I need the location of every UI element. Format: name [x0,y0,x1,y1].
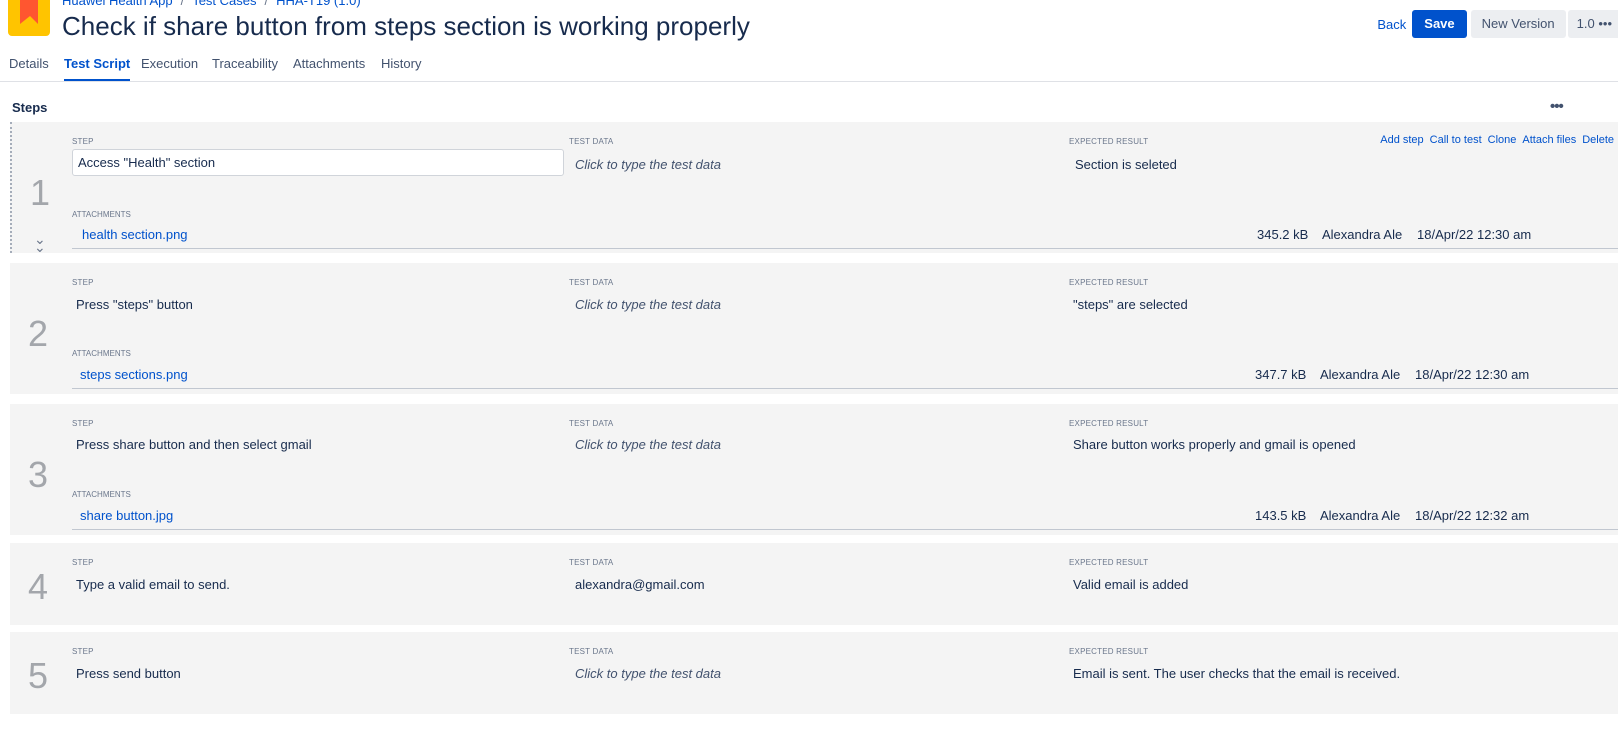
attachment-size: 347.7 kB [1255,367,1307,382]
tab-traceability[interactable]: Traceability [212,56,278,81]
test-data-label: TEST DATA [569,647,614,656]
attachments-label: ATTACHMENTS [72,210,131,219]
attachments-label: ATTACHMENTS [72,349,131,358]
step-label: STEP [72,137,94,146]
attachment-user: Alexandra Ale [1320,367,1401,382]
step-label: STEP [72,278,94,287]
step-description-field[interactable]: Press share button and then select gmail [76,437,312,452]
step-number: 5 [28,655,49,696]
clone-link[interactable]: Clone [1488,134,1517,146]
step-label: STEP [72,419,94,428]
attachment-date: 18/Apr/22 12:32 am [1415,508,1530,523]
test-data-field[interactable]: Click to type the test data [575,437,721,452]
double-chevron-down-icon[interactable]: ⌄ ⌄ [34,232,46,254]
test-data-field[interactable]: alexandra@gmail.com [575,577,705,592]
test-data-field[interactable]: Click to type the test data [575,666,721,681]
attachment-size: 345.2 kB [1257,227,1309,242]
attachment-row: health section.png 345.2 kB Alexandra Al… [72,222,1618,249]
attachment-row: share button.jpg 143.5 kB Alexandra Ale … [72,503,1618,530]
attachment-row: steps sections.png 347.7 kB Alexandra Al… [72,362,1618,389]
add-step-link[interactable]: Add step [1380,134,1423,146]
attachment-name[interactable]: steps sections.png [80,367,188,382]
attachment-name[interactable]: share button.jpg [80,508,173,523]
step-number: 4 [28,566,49,607]
step-number: 2 [28,313,49,354]
more-icon: ••• [1598,16,1612,31]
attachment-name[interactable]: health section.png [82,227,188,242]
step-card-2[interactable]: 2 STEP TEST DATA EXPECTED RESULT Press "… [10,263,1618,394]
step-description-field[interactable]: Press "steps" button [76,297,193,312]
test-data-label: TEST DATA [569,419,614,428]
expected-result-field[interactable]: Share button works properly and gmail is… [1073,437,1356,452]
test-data-field[interactable]: Click to type the test data [575,297,721,312]
tab-execution[interactable]: Execution [141,56,198,81]
test-data-field[interactable]: Click to type the test data [575,157,721,172]
step-description-input[interactable]: Access "Health" section [72,149,564,176]
expected-result-label: EXPECTED RESULT [1069,419,1149,428]
tab-details[interactable]: Details [9,56,49,81]
expected-result-label: EXPECTED RESULT [1069,137,1149,146]
header-actions: Back Save New Version 1.0 ••• [1377,10,1618,38]
attachment-date: 18/Apr/22 12:30 am [1415,367,1530,382]
step-number: 1 [30,172,51,213]
step-label: STEP [72,647,94,656]
step-card-3[interactable]: 3 STEP TEST DATA EXPECTED RESULT Press s… [10,404,1618,535]
step-actions: Add step Call to test Clone Attach files Del… [1374,134,1614,146]
tab-bar: Details Test Script Execution Traceabili… [0,51,1618,82]
attachment-user: Alexandra Ale [1322,227,1403,242]
breadcrumb-test-cases[interactable]: Test Cases [192,0,256,8]
step-card-4[interactable]: 4 STEP TEST DATA EXPECTED RESULT Type a … [10,543,1618,625]
attachment-date: 18/Apr/22 12:30 am [1417,227,1532,242]
version-label: 1.0 [1576,16,1595,31]
breadcrumb-test-key[interactable]: HHA-T19 (1.0) [276,0,361,8]
new-version-button[interactable]: New Version [1470,10,1566,38]
expected-result-label: EXPECTED RESULT [1069,278,1149,287]
version-menu-button[interactable]: 1.0 ••• [1567,10,1618,38]
test-data-label: TEST DATA [569,558,614,567]
step-number: 3 [28,454,49,495]
delete-link[interactable]: Delete [1582,134,1614,146]
tab-history[interactable]: History [381,56,421,81]
expected-result-field[interactable]: Email is sent. The user checks that the … [1073,666,1400,681]
tab-attachments[interactable]: Attachments [293,56,365,81]
expected-result-field[interactable]: Valid email is added [1073,577,1188,592]
call-to-test-link[interactable]: Call to test [1430,134,1482,146]
step-card-5[interactable]: 5 STEP TEST DATA EXPECTED RESULT Press s… [10,632,1618,714]
test-data-label: TEST DATA [569,278,614,287]
page-title: Check if share button from steps section… [62,11,750,41]
step-card-1[interactable]: 1 STEP TEST DATA EXPECTED RESULT Add ste… [10,122,1618,254]
tab-test-script[interactable]: Test Script [64,56,131,81]
attachment-user: Alexandra Ale [1320,508,1401,523]
breadcrumb: Huawei Health App / Test Cases / HHA-T19 (1.… [62,0,361,8]
project-logo [8,0,50,36]
step-description-field[interactable]: Press send button [76,666,181,681]
attachment-size: 143.5 kB [1255,508,1307,523]
expected-result-label: EXPECTED RESULT [1069,558,1149,567]
expected-result-field[interactable]: "steps" are selected [1073,297,1188,312]
test-data-label: TEST DATA [569,137,614,146]
expected-result-field[interactable]: Section is seleted [1075,157,1177,172]
breadcrumb-project[interactable]: Huawei Health App [62,0,173,8]
steps-more-icon[interactable]: ••• [1550,98,1564,115]
attach-files-link[interactable]: Attach files [1522,134,1576,146]
expected-result-label: EXPECTED RESULT [1069,647,1149,656]
step-description-field[interactable]: Type a valid email to send. [76,577,230,592]
step-label: STEP [72,558,94,567]
back-button[interactable]: Back [1377,17,1406,32]
steps-heading: Steps [12,100,48,115]
attachments-label: ATTACHMENTS [72,490,131,499]
save-button[interactable]: Save [1412,10,1467,38]
